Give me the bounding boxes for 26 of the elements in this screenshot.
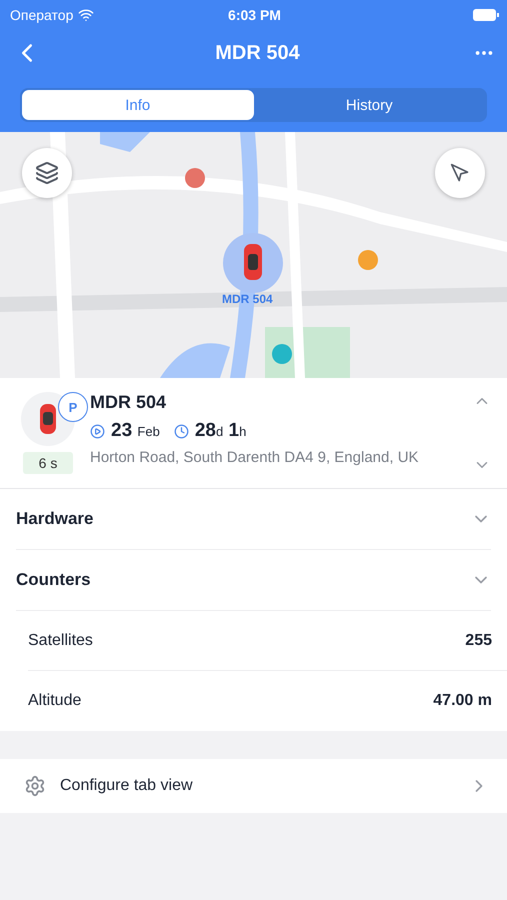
layers-icon (35, 161, 59, 185)
marker-label: MDR 504 (222, 292, 273, 306)
row-value: 47.00 m (433, 692, 492, 710)
nav-title: MDR 504 (214, 42, 301, 64)
gear-icon (24, 775, 46, 797)
duration-text: 28d 1h (194, 420, 246, 442)
battery-icon (473, 9, 500, 21)
row-value: 255 (465, 632, 492, 650)
carrier-name: Оператор (10, 7, 74, 23)
section-header[interactable]: Counters (16, 550, 491, 611)
tab[interactable]: History (254, 90, 485, 120)
parked-badge: P (58, 392, 88, 422)
clock-icon (174, 424, 189, 438)
date-text: 23 Feb (111, 420, 160, 442)
row-label: Satellites (28, 632, 93, 650)
configure-row[interactable]: Configure tab view (0, 759, 507, 813)
age-badge: 6 s (22, 452, 74, 474)
row-label: Altitude (28, 692, 82, 710)
tab[interactable]: Info (22, 90, 254, 120)
arrow-icon (450, 163, 470, 183)
status-time: 6:03 PM (228, 7, 281, 23)
vehicle-name: MDR 504 (90, 392, 168, 413)
car-icon (39, 404, 57, 434)
wifi-icon (78, 7, 94, 23)
address-text: Horton Road, South Darenth DA4 9, England, UK (90, 449, 420, 466)
play-icon (90, 424, 105, 438)
